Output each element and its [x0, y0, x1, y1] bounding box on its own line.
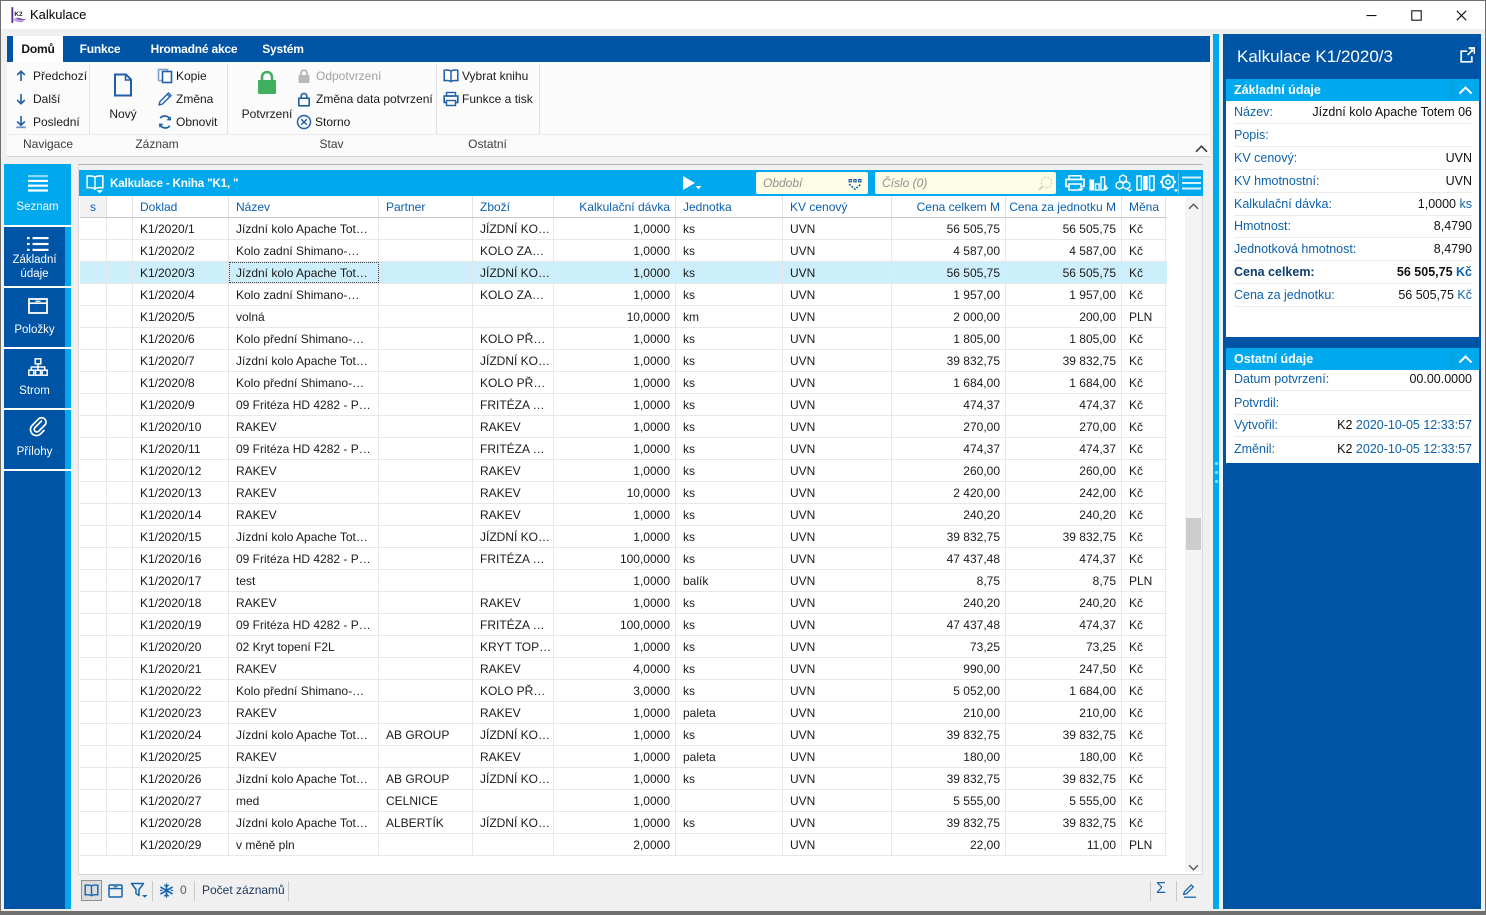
svg-text:K2: K2	[14, 11, 23, 18]
